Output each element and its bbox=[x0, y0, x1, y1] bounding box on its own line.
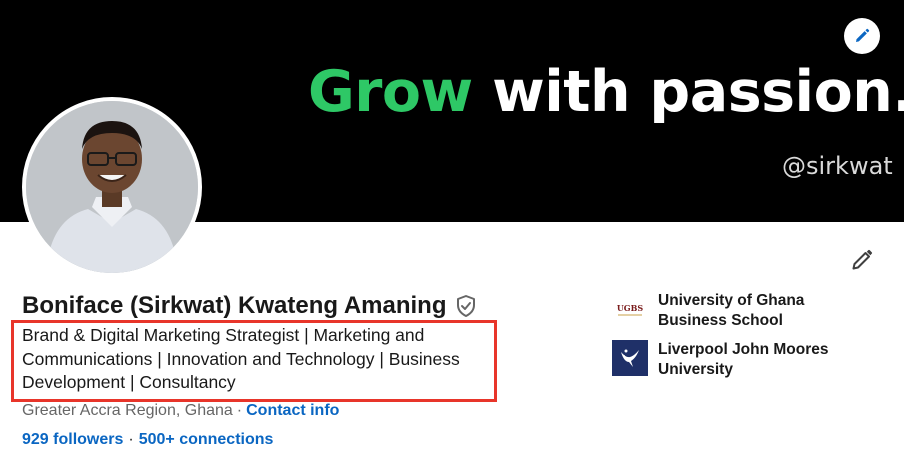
profile-location: Greater Accra Region, Ghana bbox=[22, 402, 233, 419]
profile-photo bbox=[26, 101, 198, 273]
banner-handle: @sirkwat bbox=[782, 152, 893, 180]
contact-info-link[interactable]: Contact info bbox=[246, 402, 339, 419]
location-row: Greater Accra Region, Ghana · Contact info bbox=[22, 402, 339, 420]
education-name: Liverpool John Moores University bbox=[658, 341, 829, 378]
shield-check-icon[interactable] bbox=[455, 294, 477, 318]
followers-link[interactable]: 929 followers bbox=[22, 431, 123, 448]
connections-link[interactable]: 500+ connections bbox=[139, 431, 274, 448]
edit-banner-button[interactable] bbox=[844, 18, 880, 54]
name-row: Boniface (Sirkwat) Kwateng Amaning bbox=[22, 292, 477, 320]
profile-name: Boniface (Sirkwat) Kwateng Amaning bbox=[22, 292, 447, 319]
education-name: University of Ghana Business School bbox=[658, 292, 805, 329]
ugbs-logo: UGBS bbox=[612, 291, 648, 327]
stats-row: 929 followers · 500+ connections bbox=[22, 431, 273, 449]
tagline-green: Grow bbox=[308, 59, 473, 125]
ljmu-logo bbox=[612, 340, 648, 376]
education-item-ljmu[interactable]: Liverpool John Moores University bbox=[612, 340, 858, 380]
edit-intro-button[interactable] bbox=[844, 242, 880, 278]
tagline-white: with passion. bbox=[472, 59, 904, 125]
profile-headline: Brand & Digital Marketing Strategist | M… bbox=[22, 325, 460, 392]
education-item-ugbs[interactable]: UGBS University of Ghana Business School bbox=[612, 291, 858, 331]
pencil-icon bbox=[852, 249, 873, 270]
separator-dot: · bbox=[128, 431, 134, 448]
pencil-icon bbox=[856, 28, 870, 42]
banner-tagline: Grow with passion. bbox=[308, 64, 904, 121]
separator-dot: · bbox=[236, 402, 243, 419]
ugbs-logo-text: UGBS bbox=[617, 303, 644, 313]
avatar[interactable] bbox=[22, 97, 202, 277]
